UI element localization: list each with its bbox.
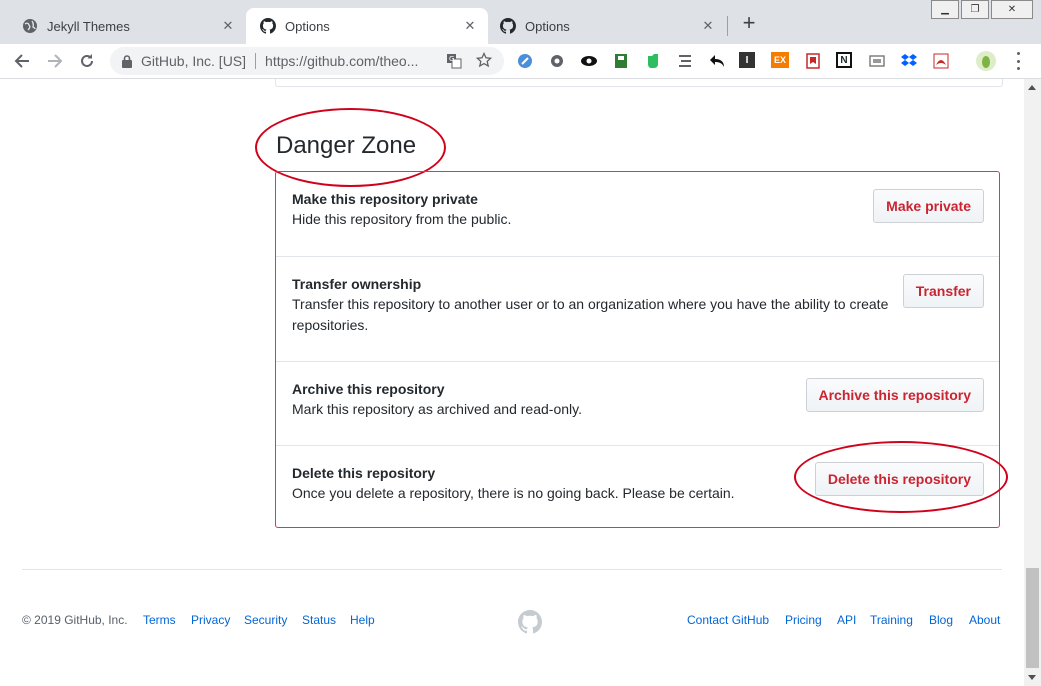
restore-icon[interactable]: ❐: [961, 0, 989, 19]
footer-link-blog[interactable]: Blog: [929, 613, 953, 627]
footer-link-privacy[interactable]: Privacy: [191, 613, 230, 627]
globe-icon: [22, 18, 38, 34]
footer-link-terms[interactable]: Terms: [143, 613, 176, 627]
extension-list-icon[interactable]: [676, 52, 694, 70]
footer-link-pricing[interactable]: Pricing: [785, 613, 822, 627]
danger-item-title: Delete this repository: [292, 465, 436, 481]
close-tab-icon[interactable]: ✕: [220, 18, 236, 34]
footer-link-api[interactable]: API: [837, 613, 856, 627]
browser-toolbar: GitHub, Inc. [US] https://github.com/the…: [0, 44, 1041, 79]
footer-link-about[interactable]: About: [969, 613, 1000, 627]
danger-item-transfer: Transfer ownership Transfer this reposit…: [276, 256, 999, 361]
danger-item-make-private: Make this repository private Hide this r…: [276, 172, 999, 256]
footer-link-contact-github[interactable]: Contact GitHub: [687, 613, 769, 627]
danger-item-title: Archive this repository: [292, 381, 445, 397]
lock-icon[interactable]: [122, 54, 132, 68]
address-bar[interactable]: GitHub, Inc. [US] https://github.com/the…: [110, 47, 504, 75]
extension-bookmark-icon[interactable]: [804, 52, 822, 70]
scrollbar-thumb[interactable]: [1026, 568, 1039, 668]
dropbox-icon[interactable]: [900, 52, 918, 70]
transfer-button[interactable]: Transfer: [902, 274, 984, 308]
tab-title: Options: [285, 18, 330, 34]
browser-tab-jekyll-themes[interactable]: Jekyll Themes ✕: [8, 8, 246, 44]
danger-item-title: Transfer ownership: [292, 276, 422, 292]
extension-gear-icon[interactable]: [548, 52, 566, 70]
page-viewport: Danger Zone Make this repository private…: [0, 79, 1024, 686]
window-controls: ▁ ❐ ✕: [929, 0, 1033, 19]
minimize-icon[interactable]: ▁: [931, 0, 959, 19]
extension-1-icon[interactable]: [516, 52, 534, 70]
extension-ex-icon[interactable]: EX: [771, 52, 789, 68]
bookmark-star-icon[interactable]: [476, 52, 492, 68]
github-icon: [500, 18, 516, 34]
extension-i-icon[interactable]: I: [739, 52, 755, 68]
tab-title: Jekyll Themes: [47, 18, 130, 34]
page-scrollbar[interactable]: [1024, 79, 1041, 686]
close-tab-icon[interactable]: ✕: [700, 18, 716, 34]
footer-copyright: © 2019 GitHub, Inc.: [22, 613, 128, 627]
browser-tab-strip: Jekyll Themes ✕ Options ✕ Options ✕ + ▁ …: [0, 0, 1041, 44]
danger-item-description: Once you delete a repository, there is n…: [292, 485, 735, 501]
danger-item-title: Make this repository private: [292, 191, 478, 207]
new-tab-button[interactable]: +: [738, 12, 760, 35]
extension-save-icon[interactable]: [612, 52, 630, 70]
extension-reply-icon[interactable]: [708, 52, 726, 70]
previous-section-box: [275, 79, 1003, 87]
scroll-up-arrow-icon[interactable]: [1028, 85, 1036, 90]
archive-repository-button[interactable]: Archive this repository: [805, 378, 984, 412]
danger-item-description: Mark this repository as archived and rea…: [292, 401, 582, 417]
site-identity: GitHub, Inc. [US]: [141, 53, 247, 69]
danger-item-description: Hide this repository from the public.: [292, 211, 512, 227]
footer-link-status[interactable]: Status: [302, 613, 336, 627]
footer-link-security[interactable]: Security: [244, 613, 287, 627]
danger-zone-box: Make this repository private Hide this r…: [275, 171, 1000, 528]
window-close-icon[interactable]: ✕: [991, 0, 1033, 19]
url-text[interactable]: https://github.com/theo...: [265, 53, 435, 69]
danger-item-delete: Delete this repository Once you delete a…: [276, 445, 999, 527]
back-arrow-icon[interactable]: [12, 51, 32, 71]
translate-icon[interactable]: G: [446, 53, 462, 69]
notion-icon[interactable]: N: [836, 52, 852, 68]
address-divider: [255, 53, 257, 69]
make-private-button[interactable]: Make private: [873, 189, 984, 223]
tab-separator: [727, 16, 728, 36]
danger-item-archive: Archive this repository Mark this reposi…: [276, 361, 999, 445]
acrobat-icon[interactable]: [932, 52, 950, 70]
forward-arrow-icon[interactable]: [45, 51, 65, 71]
danger-item-description: Transfer this repository to another user…: [292, 296, 889, 333]
extension-eye-icon[interactable]: [580, 52, 598, 70]
tab-title: Options: [525, 18, 570, 34]
browser-menu-icon[interactable]: [1010, 52, 1026, 70]
footer-link-training[interactable]: Training: [870, 613, 913, 627]
profile-avatar-icon[interactable]: [976, 51, 996, 71]
browser-tab-options-active[interactable]: Options ✕: [246, 8, 488, 44]
evernote-icon[interactable]: [644, 52, 662, 70]
reload-icon[interactable]: [77, 51, 97, 71]
danger-zone-heading: Danger Zone: [276, 132, 417, 159]
footer-link-help[interactable]: Help: [350, 613, 375, 627]
delete-repository-button[interactable]: Delete this repository: [814, 462, 984, 496]
github-octocat-icon[interactable]: [518, 610, 542, 637]
svg-text:G: G: [449, 55, 454, 63]
scroll-down-arrow-icon[interactable]: [1028, 675, 1036, 680]
close-tab-icon[interactable]: ✕: [462, 18, 478, 34]
footer-divider: [22, 569, 1002, 570]
github-icon: [260, 18, 276, 34]
extension-screen-icon[interactable]: [868, 52, 886, 70]
browser-tab-options[interactable]: Options ✕: [486, 8, 726, 44]
